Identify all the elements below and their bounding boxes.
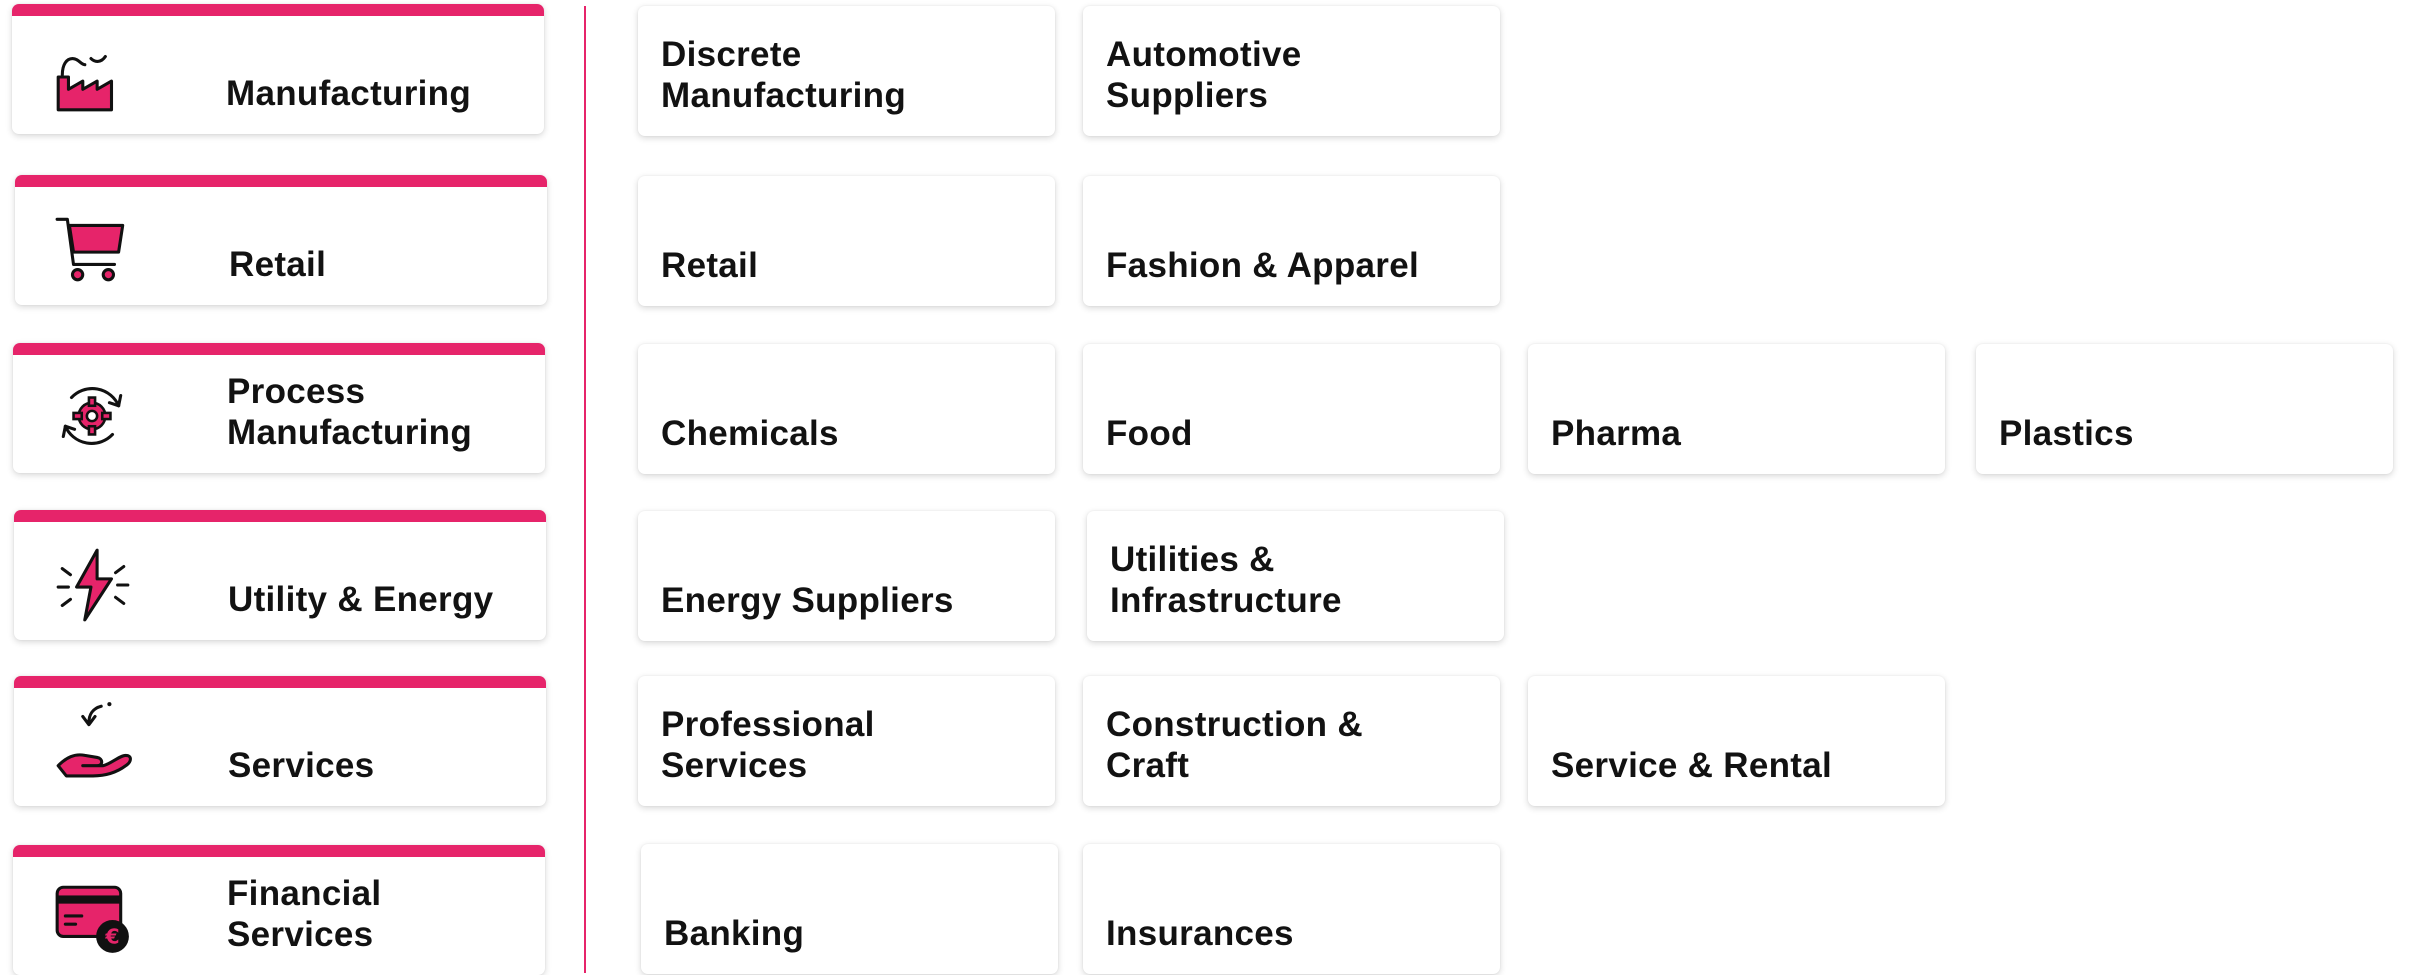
subcategory-label: Discrete Manufacturing xyxy=(661,35,907,115)
category-card-services[interactable]: Services xyxy=(14,676,546,806)
shopping-cart-icon xyxy=(53,207,135,289)
subcategory-card-service-rental[interactable]: Service & Rental xyxy=(1528,676,1945,806)
subcategory-label: Banking xyxy=(664,914,805,953)
gear-cycle-icon xyxy=(51,375,133,457)
lightning-bolt-icon xyxy=(52,544,134,626)
subcategory-card-discrete-manufacturing[interactable]: Discrete Manufacturing xyxy=(638,6,1055,136)
subcategory-card-insurances[interactable]: Insurances xyxy=(1083,844,1500,974)
subcategory-label: Retail xyxy=(661,246,759,285)
subcategory-label: Service & Rental xyxy=(1551,746,1833,785)
subcategory-card-food[interactable]: Food xyxy=(1083,344,1500,474)
subcategory-label: Fashion & Apparel xyxy=(1106,246,1420,285)
column-divider xyxy=(584,6,586,973)
category-label: Utility & Energy xyxy=(228,580,494,619)
subcategory-label: Pharma xyxy=(1551,414,1682,453)
subcategory-card-retail[interactable]: Retail xyxy=(638,176,1055,306)
subcategory-card-fashion-apparel[interactable]: Fashion & Apparel xyxy=(1083,176,1500,306)
subcategory-label: Food xyxy=(1106,414,1193,453)
subcategory-label: Chemicals xyxy=(661,414,839,453)
subcategory-label: Energy Suppliers xyxy=(661,581,954,620)
subcategory-card-automotive-suppliers[interactable]: Automotive Suppliers xyxy=(1083,6,1500,136)
category-label: Retail xyxy=(229,245,327,284)
hand-service-icon xyxy=(52,698,134,780)
subcategory-label: Professional Services xyxy=(661,705,875,785)
subcategory-card-banking[interactable]: Banking xyxy=(641,844,1058,974)
subcategory-card-professional-services[interactable]: Professional Services xyxy=(638,676,1055,806)
category-card-financial-services[interactable]: € Financial Services xyxy=(13,845,545,975)
category-label: Manufacturing xyxy=(226,74,472,113)
category-card-utility-energy[interactable]: Utility & Energy xyxy=(14,510,546,640)
subcategory-label: Automotive Suppliers xyxy=(1106,35,1302,115)
category-card-retail[interactable]: Retail xyxy=(15,175,547,305)
subcategory-label: Utilities & Infrastructure xyxy=(1110,540,1342,620)
subcategory-label: Construction & Craft xyxy=(1106,705,1363,785)
subcategory-card-utilities-infrastructure[interactable]: Utilities & Infrastructure xyxy=(1087,511,1504,641)
category-label: Process Manufacturing xyxy=(227,372,473,452)
subcategory-card-energy-suppliers[interactable]: Energy Suppliers xyxy=(638,511,1055,641)
subcategory-card-chemicals[interactable]: Chemicals xyxy=(638,344,1055,474)
category-card-manufacturing[interactable]: Manufacturing xyxy=(12,4,544,134)
subcategory-label: Insurances xyxy=(1106,914,1294,953)
subcategory-label: Plastics xyxy=(1999,414,2134,453)
category-label: Financial Services xyxy=(227,874,382,954)
subcategory-card-plastics[interactable]: Plastics xyxy=(1976,344,2393,474)
factory-icon xyxy=(50,36,132,118)
subcategory-card-pharma[interactable]: Pharma xyxy=(1528,344,1945,474)
category-card-process-manufacturing[interactable]: Process Manufacturing xyxy=(13,343,545,473)
svg-text:€: € xyxy=(104,925,119,949)
subcategory-card-construction-craft[interactable]: Construction & Craft xyxy=(1083,676,1500,806)
card-euro-icon: € xyxy=(51,877,133,959)
category-label: Services xyxy=(228,746,375,785)
